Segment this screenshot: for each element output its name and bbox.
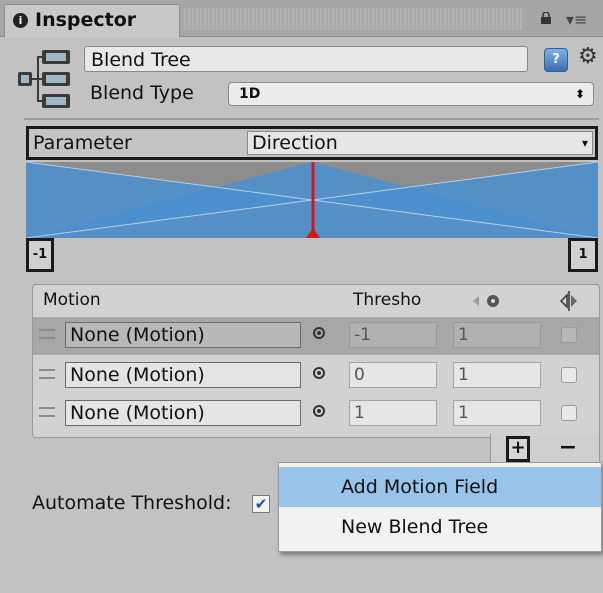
parameter-value: Direction (252, 132, 338, 154)
graph-max-value: 1 (568, 238, 598, 272)
menu-item-new-blend-tree[interactable]: New Blend Tree (279, 507, 601, 547)
divider (24, 118, 599, 120)
time-scale-input[interactable]: 1 (453, 400, 541, 426)
blend-tree-name-field[interactable]: Blend Tree (84, 46, 528, 72)
remove-motion-button[interactable]: − (556, 436, 580, 462)
parameter-dropdown[interactable]: Direction ▾ (247, 131, 593, 155)
tab-inspector[interactable]: i Inspector (4, 4, 180, 37)
gear-icon[interactable]: ⚙ (578, 44, 598, 69)
motion-field[interactable]: None (Motion) (65, 322, 301, 348)
motion-row[interactable]: None (Motion) 0 1 (33, 357, 599, 395)
threshold-input[interactable]: 1 (349, 400, 437, 426)
time-scale-input[interactable]: 1 (453, 362, 541, 388)
motion-column-header: Motion (43, 290, 101, 310)
drag-handle-icon[interactable] (39, 407, 55, 417)
graph-min-value: -1 (26, 238, 54, 272)
mirror-checkbox[interactable] (561, 327, 577, 343)
automate-threshold-checkbox[interactable]: ✔ (252, 495, 270, 513)
motion-list: Motion Thresho None (Motion) -1 1 None (… (32, 284, 600, 438)
blend-tree-icon (18, 50, 70, 108)
panel-menu-icon[interactable]: ▾≡ (566, 10, 587, 29)
blend-type-value: 1D (239, 86, 261, 102)
blend-type-dropdown[interactable]: 1D ⬍ (228, 82, 594, 106)
tab-label: Inspector (35, 9, 137, 31)
tab-bar-fill (182, 8, 522, 30)
motion-row[interactable]: None (Motion) 1 1 (33, 395, 599, 433)
motion-field[interactable]: None (Motion) (65, 362, 301, 388)
info-icon: i (13, 13, 28, 28)
threshold-input[interactable]: -1 (349, 322, 437, 348)
object-picker-icon[interactable] (313, 367, 325, 379)
dropdown-arrow-icon: ⬍ (574, 87, 585, 101)
help-icon[interactable]: ? (544, 48, 568, 72)
dropdown-arrow-icon: ▾ (581, 136, 588, 150)
threshold-input[interactable]: 0 (349, 362, 437, 388)
blend-type-label: Blend Type (90, 82, 194, 104)
object-picker-icon[interactable] (313, 327, 325, 339)
menu-item-add-motion-field[interactable]: Add Motion Field (279, 467, 601, 507)
mirror-checkbox[interactable] (561, 367, 577, 383)
motion-row[interactable]: None (Motion) -1 1 (33, 317, 599, 355)
threshold-column-header: Thresho (353, 290, 422, 310)
motion-field[interactable]: None (Motion) (65, 400, 301, 426)
time-scale-icon[interactable] (473, 293, 503, 309)
automate-threshold-label: Automate Threshold: (32, 492, 232, 514)
object-picker-icon[interactable] (313, 405, 325, 417)
parameter-label: Parameter (33, 132, 132, 154)
blend-graph[interactable] (26, 162, 598, 238)
time-scale-input[interactable]: 1 (453, 322, 541, 348)
lock-icon[interactable] (540, 12, 552, 24)
parameter-row: Parameter Direction ▾ (26, 126, 598, 160)
drag-handle-icon[interactable] (39, 369, 55, 379)
mirror-checkbox[interactable] (561, 405, 577, 421)
motion-list-header: Motion Thresho (33, 285, 599, 317)
mirror-icon[interactable] (559, 291, 579, 311)
add-motion-context-menu: Add Motion Field New Blend Tree (278, 462, 602, 552)
add-motion-button[interactable]: + (506, 436, 530, 462)
drag-handle-icon[interactable] (39, 329, 55, 339)
